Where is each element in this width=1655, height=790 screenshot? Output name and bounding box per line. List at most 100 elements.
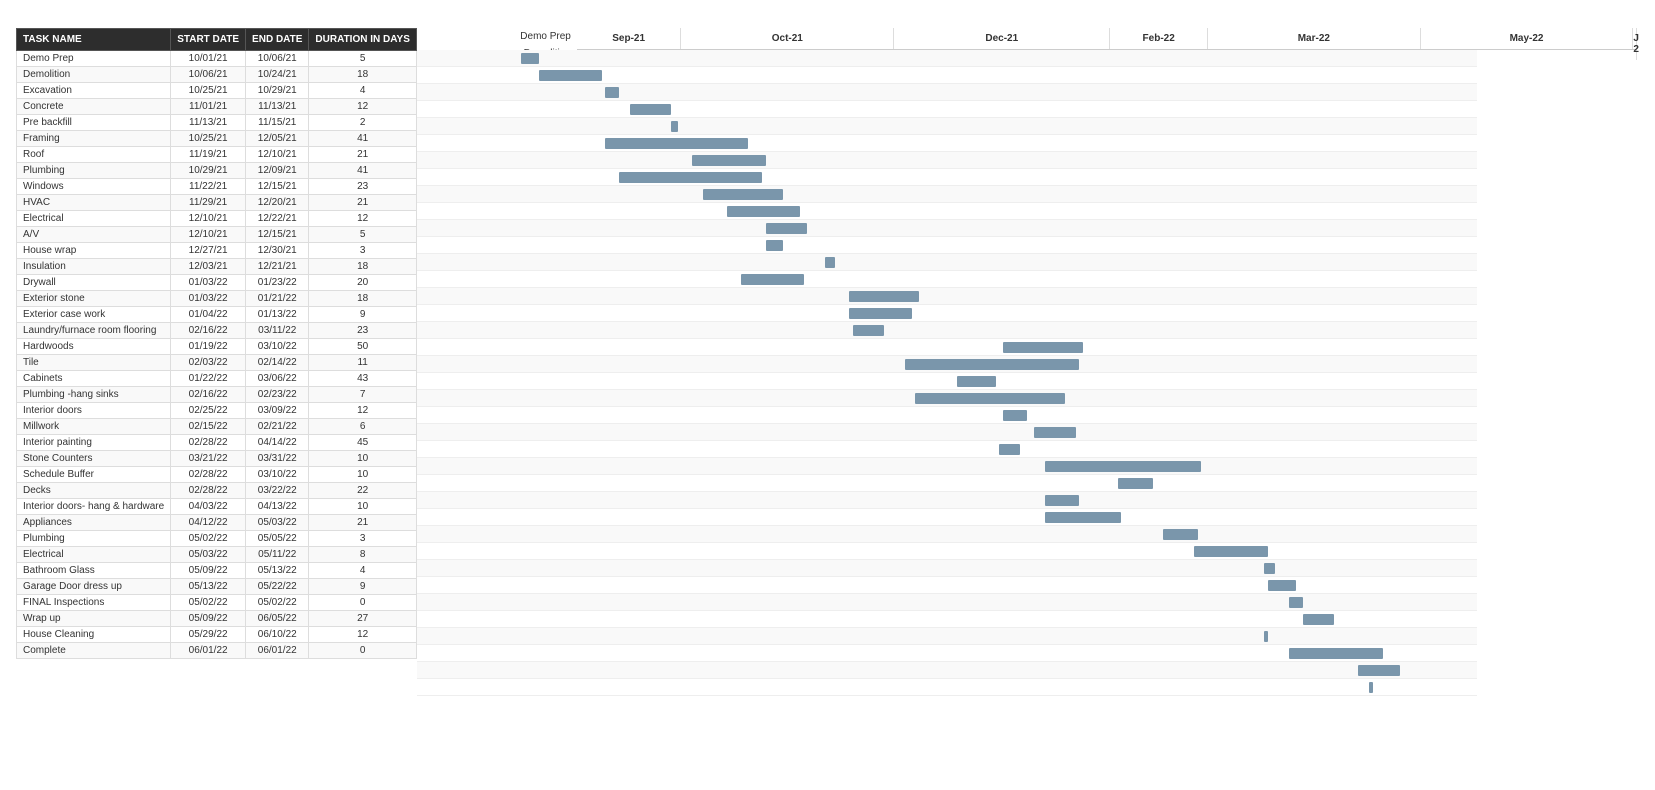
- cell-21-2: 02/23/22: [246, 387, 309, 403]
- cell-33-0: Garage Door dress up: [17, 579, 171, 595]
- cell-33-2: 05/22/22: [246, 579, 309, 595]
- cell-30-0: Plumbing: [17, 531, 171, 547]
- cell-10-2: 12/22/21: [246, 211, 309, 227]
- cell-26-0: Schedule Buffer: [17, 467, 171, 483]
- gantt-label: Demo Prep: [417, 28, 577, 45]
- cell-10-3: 12: [309, 211, 416, 227]
- cell-2-1: 10/25/21: [171, 83, 246, 99]
- gantt-row: [417, 475, 1477, 492]
- gantt-bar: [605, 138, 748, 149]
- gantt-row: [417, 237, 1477, 254]
- cell-9-1: 11/29/21: [171, 195, 246, 211]
- cell-34-0: FINAL Inspections: [17, 595, 171, 611]
- cell-9-3: 21: [309, 195, 416, 211]
- gantt-row: [417, 611, 1477, 628]
- cell-32-2: 05/13/22: [246, 563, 309, 579]
- cell-11-1: 12/10/21: [171, 227, 246, 243]
- gantt-bar: [766, 240, 783, 251]
- gantt-bar: [741, 274, 804, 285]
- table-row: Demolition10/06/2110/24/2118: [17, 67, 417, 83]
- gantt-row: [417, 271, 1477, 288]
- table-row: Plumbing -hang sinks02/16/2202/23/227: [17, 387, 417, 403]
- gantt-bar: [1289, 597, 1303, 608]
- cell-8-3: 23: [309, 179, 416, 195]
- cell-5-0: Framing: [17, 131, 171, 147]
- cell-1-3: 18: [309, 67, 416, 83]
- cell-28-0: Interior doors- hang & hardware: [17, 499, 171, 515]
- gantt-bar: [849, 291, 919, 302]
- table-row: Cabinets01/22/2203/06/2243: [17, 371, 417, 387]
- cell-21-0: Plumbing -hang sinks: [17, 387, 171, 403]
- gantt-bar: [1303, 614, 1334, 625]
- cell-25-1: 03/21/22: [171, 451, 246, 467]
- gantt-bar: [915, 393, 1065, 404]
- gantt-month-6: Jul-22: [1633, 28, 1636, 60]
- table-row: Plumbing10/29/2112/09/2141: [17, 163, 417, 179]
- cell-12-3: 3: [309, 243, 416, 259]
- cell-3-1: 11/01/21: [171, 99, 246, 115]
- gantt-row: [417, 339, 1477, 356]
- gantt-bar: [1289, 648, 1383, 659]
- table-row: Demo Prep10/01/2110/06/215: [17, 51, 417, 67]
- cell-30-2: 05/05/22: [246, 531, 309, 547]
- cell-29-3: 21: [309, 515, 416, 531]
- table-row: Drywall01/03/2201/23/2220: [17, 275, 417, 291]
- gantt-chart: Sep-21Oct-21Dec-21Feb-22Mar-22May-22Jul-…: [417, 28, 1639, 696]
- cell-25-0: Stone Counters: [17, 451, 171, 467]
- cell-1-2: 10/24/21: [246, 67, 309, 83]
- table-row: Appliances04/12/2205/03/2221: [17, 515, 417, 531]
- gantt-bar: [727, 206, 800, 217]
- table-row: Insulation12/03/2112/21/2118: [17, 259, 417, 275]
- cell-2-0: Excavation: [17, 83, 171, 99]
- cell-24-3: 45: [309, 435, 416, 451]
- cell-16-3: 9: [309, 307, 416, 323]
- gantt-row: [417, 220, 1477, 237]
- gantt-bar: [1268, 580, 1296, 591]
- gantt-row: [417, 152, 1477, 169]
- cell-9-2: 12/20/21: [246, 195, 309, 211]
- gantt-row: [417, 322, 1477, 339]
- cell-26-2: 03/10/22: [246, 467, 309, 483]
- task-table: TASK NAMESTART DATEEND DATEDURATION IN D…: [16, 28, 417, 659]
- cell-15-3: 18: [309, 291, 416, 307]
- col-header-3: DURATION IN DAYS: [309, 29, 416, 51]
- cell-6-2: 12/10/21: [246, 147, 309, 163]
- gantt-bar: [1163, 529, 1198, 540]
- table-row: Hardwoods01/19/2203/10/2250: [17, 339, 417, 355]
- gantt-bar: [1034, 427, 1076, 438]
- gantt-row: [417, 407, 1477, 424]
- cell-9-0: HVAC: [17, 195, 171, 211]
- gantt-bar: [605, 87, 619, 98]
- cell-23-2: 02/21/22: [246, 419, 309, 435]
- cell-34-2: 05/02/22: [246, 595, 309, 611]
- cell-6-0: Roof: [17, 147, 171, 163]
- gantt-row: [417, 356, 1477, 373]
- cell-10-1: 12/10/21: [171, 211, 246, 227]
- cell-21-1: 02/16/22: [171, 387, 246, 403]
- main-container: TASK NAMESTART DATEEND DATEDURATION IN D…: [16, 28, 1639, 696]
- cell-24-1: 02/28/22: [171, 435, 246, 451]
- cell-13-1: 12/03/21: [171, 259, 246, 275]
- table-row: House Cleaning05/29/2206/10/2212: [17, 627, 417, 643]
- cell-4-1: 11/13/21: [171, 115, 246, 131]
- gantt-bar: [703, 189, 783, 200]
- table-row: Windows11/22/2112/15/2123: [17, 179, 417, 195]
- cell-8-1: 11/22/21: [171, 179, 246, 195]
- cell-11-3: 5: [309, 227, 416, 243]
- table-row: Millwork02/15/2202/21/226: [17, 419, 417, 435]
- cell-3-2: 11/13/21: [246, 99, 309, 115]
- gantt-bar: [619, 172, 762, 183]
- table-row: House wrap12/27/2112/30/213: [17, 243, 417, 259]
- gantt-row: [417, 186, 1477, 203]
- gantt-row: [417, 543, 1477, 560]
- gantt-row: [417, 679, 1477, 696]
- cell-36-1: 05/29/22: [171, 627, 246, 643]
- gantt-row: [417, 67, 1477, 84]
- gantt-row: [417, 101, 1477, 118]
- cell-1-1: 10/06/21: [171, 67, 246, 83]
- cell-17-0: Laundry/furnace room flooring: [17, 323, 171, 339]
- cell-15-0: Exterior stone: [17, 291, 171, 307]
- gantt-row: [417, 492, 1477, 509]
- cell-20-0: Cabinets: [17, 371, 171, 387]
- cell-25-3: 10: [309, 451, 416, 467]
